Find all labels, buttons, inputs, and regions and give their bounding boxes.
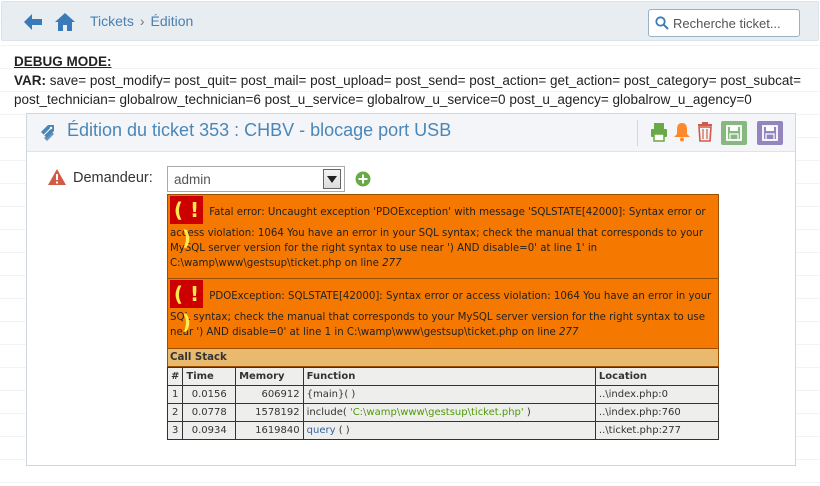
function-link[interactable]: query bbox=[307, 425, 336, 436]
table-row: 2 0.0778 1578192 include( 'C:\wamp\www\g… bbox=[166, 403, 720, 422]
fatal-error-text: Fatal error: Uncaught exception 'PDOExce… bbox=[170, 207, 706, 269]
panel-header: Édition du ticket 353 : CHBV - blocage p… bbox=[27, 114, 795, 152]
chevron-down-icon bbox=[323, 169, 341, 189]
function-name: {main}( ) bbox=[306, 389, 356, 400]
row-time: 0.0778 bbox=[182, 403, 237, 422]
breadcrumb-edition: Édition bbox=[150, 13, 194, 29]
pdo-exception: ( ! ) PDOException: SQLSTATE[42000]: Syn… bbox=[167, 279, 719, 349]
table-row: 1 0.0156 606912 {main}( ) ..\index.php:0 bbox=[166, 385, 720, 404]
breadcrumb-tickets[interactable]: Tickets bbox=[90, 13, 134, 29]
row-memory: 606912 bbox=[235, 385, 304, 404]
function-tail: ( ) bbox=[335, 425, 350, 436]
breadcrumb: Tickets › Édition bbox=[90, 13, 193, 29]
row-location: ..\index.php:760 bbox=[594, 403, 720, 422]
call-stack-title: Call Stack bbox=[167, 349, 719, 367]
fatal-error: ( ! ) Fatal error: Uncaught exception 'P… bbox=[167, 194, 719, 279]
row-memory: 1619840 bbox=[235, 421, 304, 440]
top-navbar: Tickets › Édition bbox=[1, 1, 819, 41]
debug-vars: VAR: save= post_modify= post_quit= post_… bbox=[14, 71, 814, 109]
requester-select[interactable]: admin bbox=[167, 166, 345, 192]
debug-var-text: save= post_modify= post_quit= post_mail=… bbox=[14, 73, 802, 107]
column-header: Function bbox=[302, 367, 596, 386]
column-header: Location bbox=[594, 367, 720, 386]
search-input[interactable] bbox=[673, 13, 797, 33]
row-time: 0.0934 bbox=[182, 421, 237, 440]
warning-icon bbox=[47, 168, 67, 190]
trash-icon[interactable] bbox=[697, 121, 713, 147]
call-stack-header: # Time Memory Function Location bbox=[166, 367, 720, 386]
debug-title: DEBUG MODE: bbox=[14, 54, 112, 69]
row-index: 2 bbox=[166, 403, 184, 422]
breadcrumb-separator: › bbox=[139, 13, 145, 29]
back-arrow-icon[interactable] bbox=[22, 11, 44, 33]
header-separator bbox=[637, 120, 638, 146]
header-actions bbox=[637, 118, 793, 148]
debug-block: DEBUG MODE: VAR: save= post_modify= post… bbox=[14, 52, 814, 109]
home-icon[interactable] bbox=[54, 11, 76, 33]
pdo-exception-text: PDOException: SQLSTATE[42000]: Syntax er… bbox=[170, 291, 712, 338]
row-function: query ( ) bbox=[302, 421, 596, 440]
function-arg: 'C:\wamp\www\gestsup\ticket.php' bbox=[349, 407, 524, 418]
function-tail: ) bbox=[523, 407, 531, 418]
row-index: 1 bbox=[166, 385, 184, 404]
save-quit-button[interactable] bbox=[757, 121, 783, 145]
row-function: {main}( ) bbox=[302, 385, 596, 404]
save-icon bbox=[726, 125, 742, 141]
save-button[interactable] bbox=[721, 121, 747, 145]
tag-icon bbox=[39, 123, 59, 147]
fatal-error-line: 277 bbox=[382, 258, 402, 269]
table-row: 3 0.0934 1619840 query ( ) ..\ticket.php… bbox=[166, 421, 720, 440]
column-header: Time bbox=[182, 367, 237, 386]
panel-title: Édition du ticket 353 : CHBV - blocage p… bbox=[67, 120, 452, 140]
bell-icon[interactable] bbox=[673, 121, 691, 147]
save-quit-icon bbox=[762, 125, 778, 141]
requester-value: admin bbox=[174, 172, 211, 187]
debug-var-label: VAR: bbox=[14, 73, 46, 88]
error-badge-icon: ( ! ) bbox=[170, 280, 203, 334]
row-function: include( 'C:\wamp\www\gestsup\ticket.php… bbox=[302, 403, 596, 422]
ticket-panel: Édition du ticket 353 : CHBV - blocage p… bbox=[26, 113, 796, 466]
error-block: ( ! ) Fatal error: Uncaught exception 'P… bbox=[166, 194, 720, 440]
print-icon[interactable] bbox=[649, 121, 669, 147]
pdo-exception-line: 277 bbox=[559, 327, 579, 338]
column-header: Memory bbox=[235, 367, 304, 386]
column-header: # bbox=[166, 367, 184, 386]
requester-label: Demandeur: bbox=[73, 170, 153, 186]
call-stack-table: # Time Memory Function Location 1 0.0156… bbox=[166, 367, 720, 440]
search-icon bbox=[655, 16, 669, 30]
row-time: 0.0156 bbox=[182, 385, 237, 404]
search-box[interactable] bbox=[648, 9, 800, 37]
row-location: ..\ticket.php:277 bbox=[594, 421, 720, 440]
row-index: 3 bbox=[166, 421, 184, 440]
row-memory: 1578192 bbox=[235, 403, 304, 422]
requester-row: Demandeur: admin bbox=[47, 166, 447, 194]
function-name: include( bbox=[306, 407, 350, 418]
row-location: ..\index.php:0 bbox=[594, 385, 720, 404]
error-badge-icon: ( ! ) bbox=[170, 196, 203, 250]
add-requester-icon[interactable] bbox=[355, 171, 371, 191]
